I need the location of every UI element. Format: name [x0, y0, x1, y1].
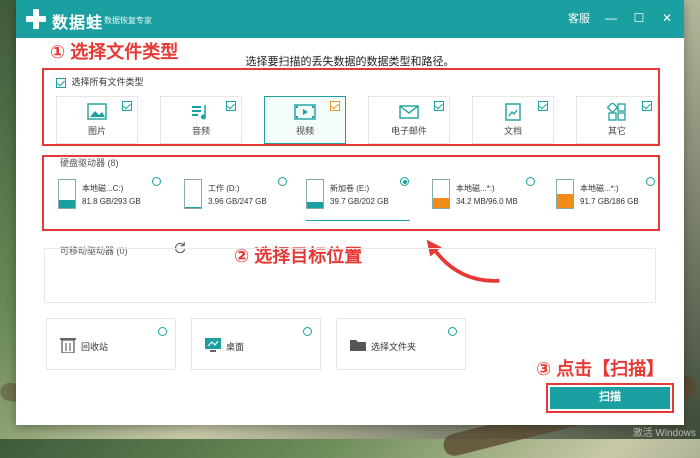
drive-radio[interactable]	[152, 177, 161, 186]
video-checkbox[interactable]	[330, 101, 340, 111]
other-checkbox[interactable]	[642, 101, 652, 111]
drive-icon	[58, 179, 76, 209]
scan-button[interactable]: 扫描	[550, 387, 670, 409]
type-card-other[interactable]: 其它	[576, 96, 658, 144]
type-card-audio[interactable]: 音频	[160, 96, 242, 144]
image-icon	[87, 103, 107, 120]
app-subtitle: 数据恢复专家	[104, 16, 152, 25]
drive-name: 本地磁...*:)	[580, 184, 619, 193]
drive-size: 81.8 GB/293 GB	[82, 197, 141, 206]
type-label-email: 电子邮件	[390, 126, 427, 136]
select-all-types[interactable]: 选择所有文件类型	[56, 75, 144, 88]
location-label: 选择文件夹	[371, 342, 417, 352]
drive-radio[interactable]	[400, 177, 409, 186]
select-all-label: 选择所有文件类型	[71, 77, 144, 87]
audio-icon	[192, 105, 206, 120]
selected-underline	[306, 220, 410, 221]
location-desktop[interactable]: 桌面	[191, 318, 321, 370]
location-label: 回收站	[81, 342, 109, 352]
select-all-checkbox[interactable]	[56, 77, 66, 88]
drive-size: 34.2 MB/96.0 MB	[456, 197, 518, 206]
video-icon	[294, 104, 316, 120]
drive-radio[interactable]	[646, 177, 655, 186]
step3-annotation: ③ 点击【扫描】	[536, 359, 665, 379]
type-label-video: 视频	[295, 126, 314, 136]
audio-checkbox[interactable]	[226, 101, 236, 111]
email-checkbox[interactable]	[434, 101, 444, 111]
type-label-image: 图片	[87, 126, 106, 136]
file-types-panel: 选择所有文件类型 图片 音频 视频 电子邮件 文档 其它	[42, 68, 660, 146]
customer-service-button[interactable]: 客服	[568, 10, 590, 26]
drive-radio[interactable]	[278, 177, 287, 186]
drive-name: 新加卷 (E:)	[330, 184, 370, 193]
drive-icon	[306, 179, 324, 209]
location-radio[interactable]	[303, 327, 312, 336]
type-label-audio: 音频	[191, 126, 210, 136]
folder-icon	[350, 340, 366, 351]
document-checkbox[interactable]	[538, 101, 548, 111]
removable-drives-area	[44, 248, 656, 303]
drive-name: 本地磁...C:)	[82, 184, 124, 193]
drive-icon	[184, 179, 202, 209]
location-recycle-bin[interactable]: 回收站	[46, 318, 176, 370]
document-icon	[505, 103, 521, 121]
desktop-icon	[205, 338, 221, 352]
title-bar: 数据蛙 数据恢复专家 客服 — ☐ ✕	[16, 0, 684, 38]
type-card-image[interactable]: 图片	[56, 96, 138, 144]
type-label-document: 文档	[503, 126, 522, 136]
scan-button-highlight: 扫描	[546, 383, 674, 413]
type-card-email[interactable]: 电子邮件	[368, 96, 450, 144]
drive-size: 3.96 GB/247 GB	[208, 197, 267, 206]
type-card-video[interactable]: 视频	[264, 96, 346, 144]
location-radio[interactable]	[158, 327, 167, 336]
windows-activation-watermark: 激活 Windows	[632, 428, 696, 439]
drive-size: 39.7 GB/202 GB	[330, 197, 389, 206]
app-window: 数据蛙 数据恢复专家 客服 — ☐ ✕ ① 选择文件类型 选择要扫描的丢失数据的…	[16, 0, 684, 425]
location-select-folder[interactable]: 选择文件夹	[336, 318, 466, 370]
app-logo-icon	[26, 9, 46, 29]
close-button[interactable]: ✕	[660, 11, 674, 25]
drive-radio[interactable]	[526, 177, 535, 186]
maximize-button[interactable]: ☐	[632, 11, 646, 25]
location-label: 桌面	[226, 342, 245, 352]
drive-d[interactable]: 工作 (D:) 3.96 GB/247 GB	[184, 177, 294, 221]
image-checkbox[interactable]	[122, 101, 132, 111]
email-icon	[399, 105, 419, 119]
app-name: 数据蛙	[52, 15, 104, 32]
hard-drives-panel: 本地磁...C:) 81.8 GB/293 GB 工作 (D:) 3.96 GB…	[42, 155, 660, 231]
drive-size: 91.7 GB/186 GB	[580, 197, 639, 206]
recycle-bin-icon	[60, 338, 76, 353]
type-card-document[interactable]: 文档	[472, 96, 554, 144]
drive-f[interactable]: 本地磁...*:) 34.2 MB/96.0 MB	[432, 177, 542, 221]
drive-icon	[556, 179, 574, 209]
other-icon	[606, 103, 626, 121]
drive-name: 本地磁...*:)	[456, 184, 495, 193]
type-label-other: 其它	[607, 126, 626, 136]
drive-g[interactable]: 本地磁...*:) 91.7 GB/186 GB	[556, 177, 656, 221]
drive-icon	[432, 179, 450, 209]
drive-c[interactable]: 本地磁...C:) 81.8 GB/293 GB	[58, 177, 168, 221]
drive-e[interactable]: 新加卷 (E:) 39.7 GB/202 GB	[306, 177, 410, 221]
minimize-button[interactable]: —	[604, 11, 618, 25]
drive-name: 工作 (D:)	[208, 184, 240, 193]
instruction-text: 选择要扫描的丢失数据的数据类型和路径。	[245, 56, 455, 68]
location-radio[interactable]	[448, 327, 457, 336]
